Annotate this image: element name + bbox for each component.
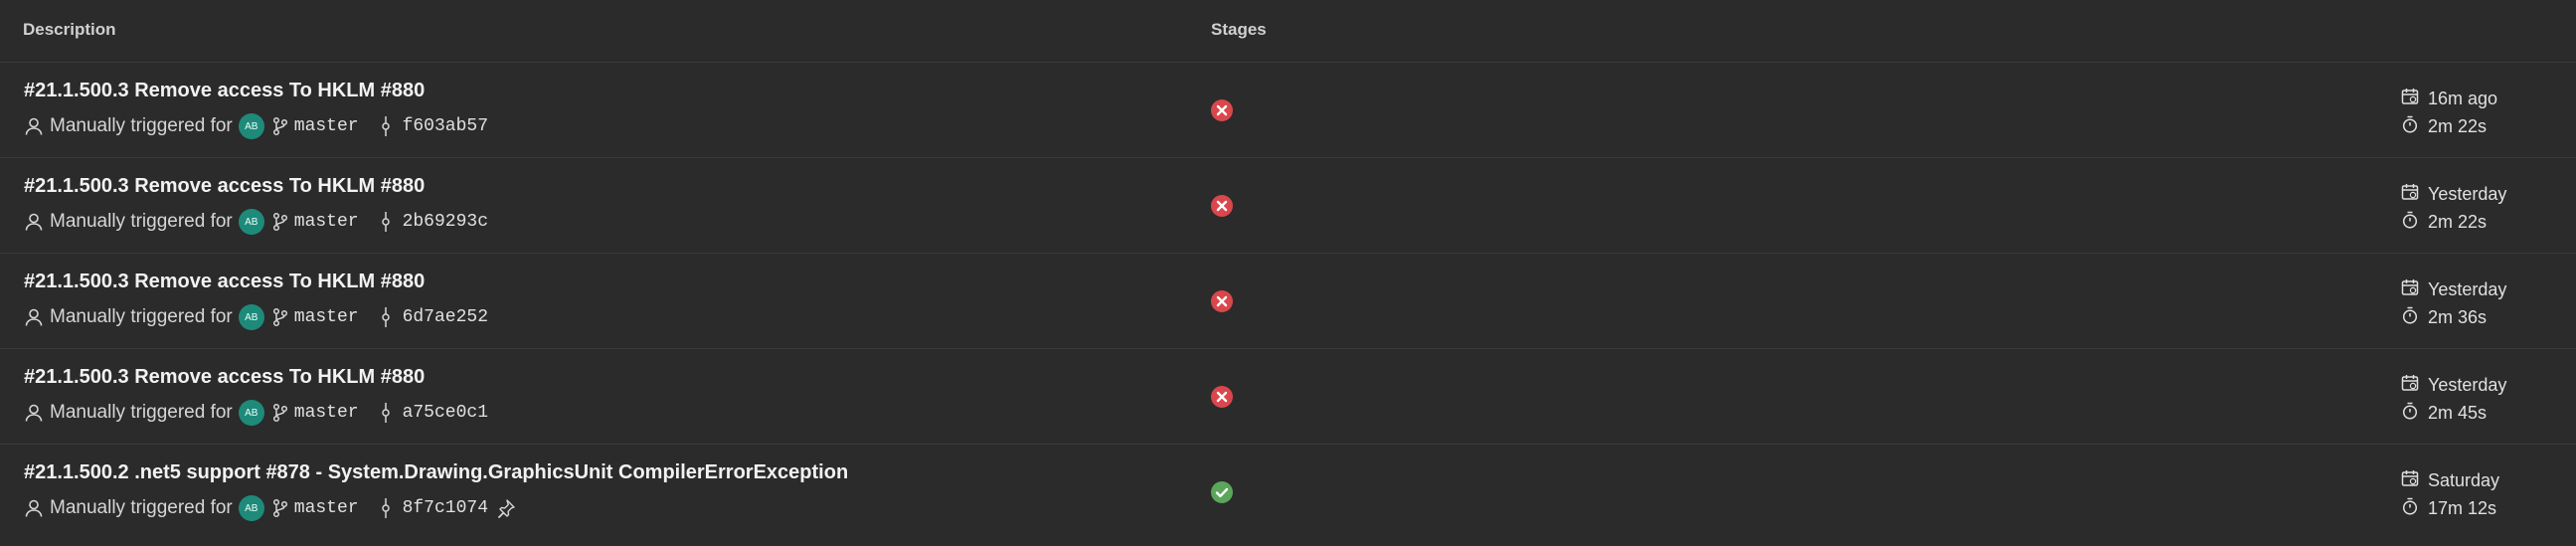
runs-list: #21.1.500.3 Remove access To HKLM #880 M… (0, 63, 2576, 539)
commit-icon (381, 402, 391, 424)
calendar-icon (2401, 278, 2419, 301)
run-title[interactable]: #21.1.500.3 Remove access To HKLM #880 (24, 175, 425, 198)
commit-icon (381, 306, 391, 328)
run-title[interactable]: #21.1.500.3 Remove access To HKLM #880 (24, 366, 425, 389)
branch-icon (272, 498, 288, 518)
trigger-text: Manually triggered for (50, 402, 233, 423)
failed-status-icon[interactable] (1210, 289, 1234, 313)
commit-icon (381, 497, 391, 519)
branch-icon (272, 116, 288, 136)
table-row[interactable]: #21.1.500.3 Remove access To HKLM #880 M… (0, 349, 2576, 445)
run-meta: Manually triggered for AB master a75ce0c… (24, 399, 488, 427)
stopwatch-icon (2401, 115, 2419, 138)
run-date: Yesterday (2428, 374, 2507, 395)
branch-name[interactable]: master (294, 307, 359, 327)
stopwatch-icon (2401, 306, 2419, 329)
trigger-text: Manually triggered for (50, 497, 233, 518)
commit-icon (381, 115, 391, 137)
commit-hash[interactable]: 8f7c1074 (403, 498, 488, 518)
run-duration: 17m 12s (2428, 497, 2497, 518)
calendar-icon (2401, 183, 2419, 206)
trigger-text: Manually triggered for (50, 306, 233, 327)
person-icon (24, 307, 44, 327)
avatar[interactable]: AB (238, 400, 264, 426)
avatar[interactable]: AB (238, 113, 264, 139)
calendar-icon (2401, 88, 2419, 110)
run-duration: 2m 22s (2428, 115, 2488, 136)
calendar-icon (2401, 469, 2419, 492)
stopwatch-icon (2401, 497, 2419, 520)
run-date: Saturday (2428, 469, 2500, 490)
branch-name[interactable]: master (294, 403, 359, 423)
run-date: Yesterday (2428, 278, 2507, 299)
run-title[interactable]: #21.1.500.3 Remove access To HKLM #880 (24, 80, 425, 102)
avatar[interactable]: AB (238, 495, 264, 521)
avatar[interactable]: AB (238, 209, 264, 235)
table-row[interactable]: #21.1.500.3 Remove access To HKLM #880 M… (0, 158, 2576, 254)
commit-hash[interactable]: 2b69293c (403, 212, 488, 232)
run-meta: Manually triggered for AB master 2b69293… (24, 208, 488, 236)
person-icon (24, 403, 44, 423)
table-row[interactable]: #21.1.500.3 Remove access To HKLM #880 M… (0, 63, 2576, 158)
avatar[interactable]: AB (238, 304, 264, 330)
branch-icon (272, 212, 288, 232)
run-duration: 2m 45s (2428, 402, 2488, 423)
trigger-text: Manually triggered for (50, 211, 233, 232)
commit-icon (381, 211, 391, 233)
commit-hash[interactable]: f603ab57 (403, 116, 488, 136)
table-row[interactable]: #21.1.500.3 Remove access To HKLM #880 M… (0, 254, 2576, 349)
run-meta: Manually triggered for AB master 8f7c107… (24, 494, 516, 522)
succeeded-status-icon[interactable] (1210, 480, 1234, 504)
run-timing: 16m ago 2m 22s (2401, 85, 2497, 140)
stopwatch-icon (2401, 402, 2419, 425)
calendar-icon (2401, 374, 2419, 397)
run-timing: Yesterday 2m 22s (2401, 180, 2506, 236)
table-row[interactable]: #21.1.500.2 .net5 support #878 - System.… (0, 445, 2576, 539)
table-header: Description Stages (0, 0, 2576, 63)
trigger-text: Manually triggered for (50, 115, 233, 136)
run-timing: Yesterday 2m 36s (2401, 275, 2506, 331)
run-duration: 2m 22s (2428, 211, 2488, 232)
branch-name[interactable]: master (294, 498, 359, 518)
failed-status-icon[interactable] (1210, 385, 1234, 409)
run-meta: Manually triggered for AB master 6d7ae25… (24, 303, 488, 331)
run-duration: 2m 36s (2428, 306, 2488, 327)
branch-name[interactable]: master (294, 212, 359, 232)
branch-icon (272, 403, 288, 423)
run-date: 16m ago (2428, 88, 2498, 108)
commit-hash[interactable]: a75ce0c1 (403, 403, 488, 423)
column-header-description: Description (23, 20, 116, 39)
person-icon (24, 116, 44, 136)
branch-icon (272, 307, 288, 327)
failed-status-icon[interactable] (1210, 98, 1234, 122)
run-date: Yesterday (2428, 183, 2507, 204)
pipeline-runs-table: Description Stages #21.1.500.3 Remove ac… (0, 0, 2576, 546)
person-icon (24, 498, 44, 518)
run-timing: Yesterday 2m 45s (2401, 371, 2506, 427)
commit-hash[interactable]: 6d7ae252 (403, 307, 488, 327)
failed-status-icon[interactable] (1210, 194, 1234, 218)
run-timing: Saturday 17m 12s (2401, 466, 2499, 522)
run-meta: Manually triggered for AB master f603ab5… (24, 112, 488, 140)
pin-icon[interactable] (496, 498, 516, 518)
stopwatch-icon (2401, 211, 2419, 234)
run-title[interactable]: #21.1.500.3 Remove access To HKLM #880 (24, 271, 425, 293)
person-icon (24, 212, 44, 232)
run-title[interactable]: #21.1.500.2 .net5 support #878 - System.… (24, 461, 848, 484)
column-header-stages: Stages (1211, 20, 1267, 39)
branch-name[interactable]: master (294, 116, 359, 136)
